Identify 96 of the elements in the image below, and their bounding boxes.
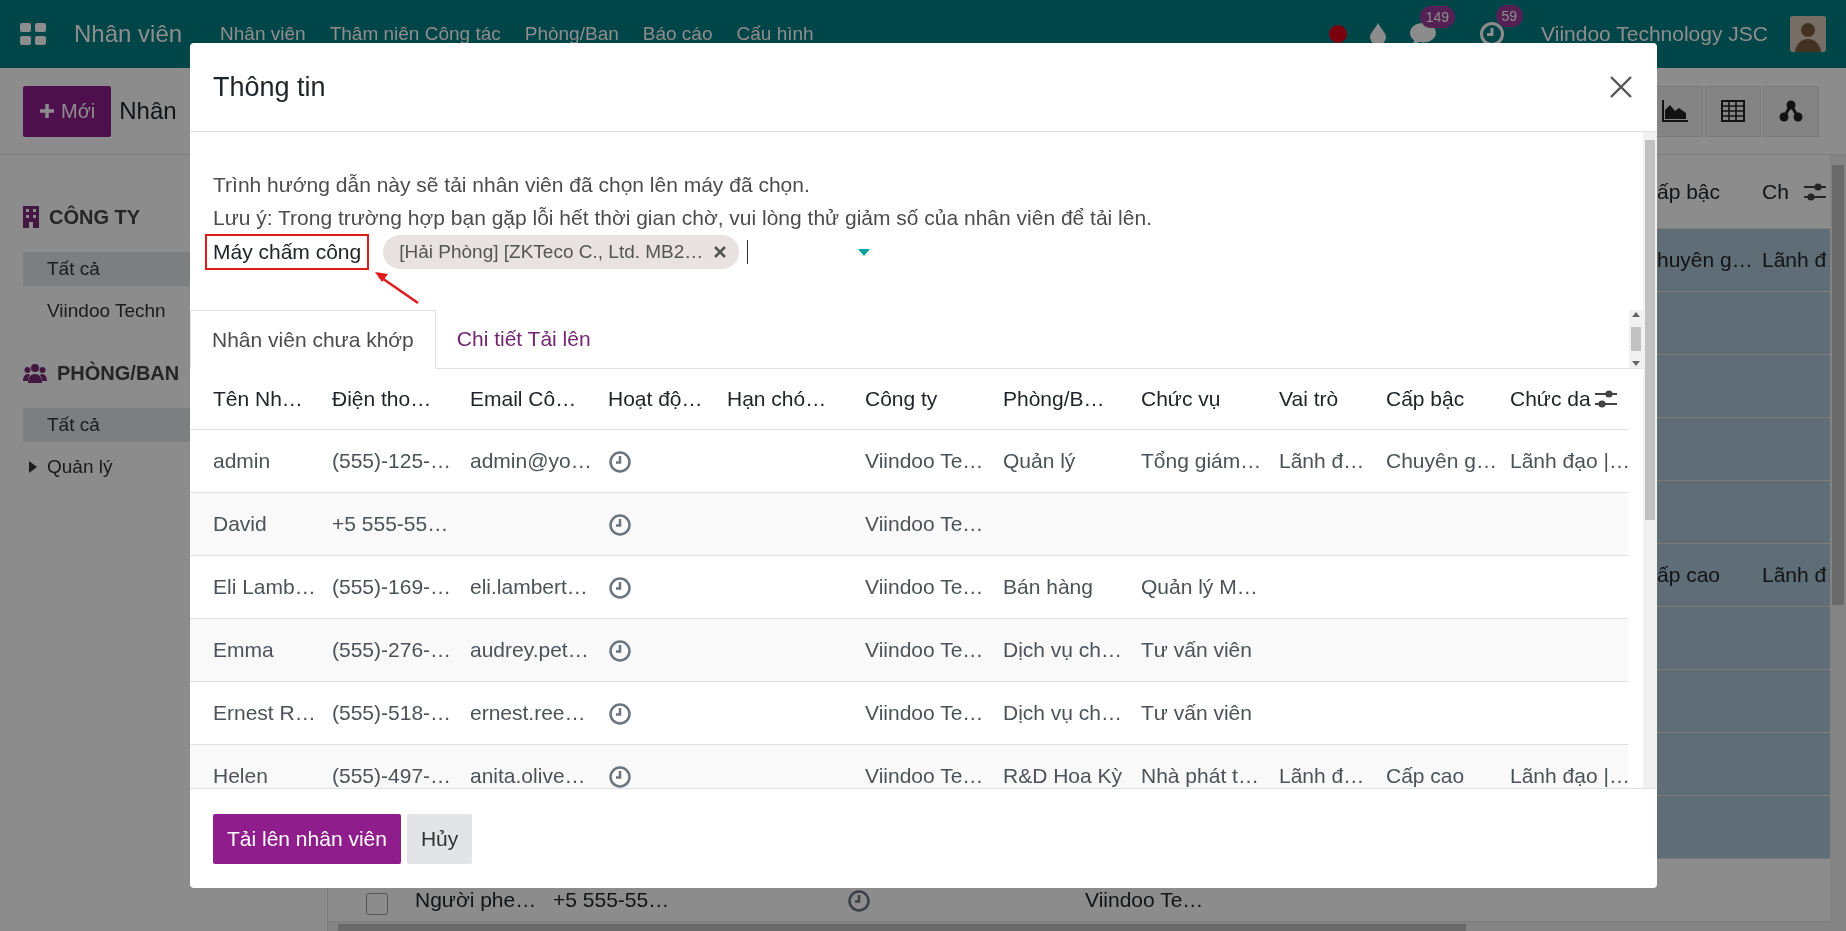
column-header[interactable]: Hạn chó…: [727, 387, 827, 410]
table-cell: Lãnh đ: [1762, 248, 1827, 272]
field-label: Máy chấm công: [205, 234, 370, 270]
table-icon: [1721, 100, 1745, 122]
new-button[interactable]: Mới: [23, 85, 112, 137]
table-cell: Viindoo Te…: [1085, 887, 1204, 911]
column-header: ấp bậc: [1657, 179, 1721, 203]
table-cell: +5 555-55…: [553, 887, 670, 911]
table-cell: Quản lý M…: [1141, 574, 1258, 598]
cancel-button[interactable]: Hủy: [406, 813, 473, 864]
table-cell: (555)-125-…: [332, 448, 452, 472]
column-header[interactable]: Điện tho…: [332, 387, 432, 410]
table-cell: (555)-497-…: [332, 763, 452, 787]
instruction-text: Lưu ý: Trong trường hợp bạn gặp lỗi hết thời gian chờ, vui lòng thử giảm số của nhân viên để tải lên.: [213, 205, 1153, 231]
table-cell: (555)-518-…: [332, 700, 452, 724]
section-title: CÔNG TY: [49, 204, 141, 230]
table-cell: Helen: [213, 763, 268, 787]
table-cell: anita.olive…: [470, 763, 586, 787]
column-header[interactable]: Hoạt độ…: [608, 387, 703, 410]
column-header[interactable]: Chức da: [1510, 383, 1591, 415]
area-chart-icon: [1662, 100, 1688, 122]
dialog-title: Thông tin: [213, 70, 326, 104]
scroll-up-icon: [1632, 312, 1640, 317]
dropdown-caret-icon[interactable]: [858, 248, 871, 256]
table-cell: Lãnh đạo |…: [1510, 448, 1630, 472]
apps-menu-icon[interactable]: [20, 23, 46, 45]
table-cell: Viindoo Te…: [865, 637, 984, 661]
upload-button[interactable]: Tải lên nhân viên: [213, 813, 401, 864]
plus-icon: [39, 103, 55, 119]
table-cell: ernest.ree…: [470, 700, 586, 724]
table-cell: audrey.pet…: [470, 637, 589, 661]
tab[interactable]: Nhân viên chưa khớp: [190, 310, 436, 369]
people-icon: [23, 363, 47, 383]
scroll-down-icon: [1632, 361, 1640, 366]
tag-label: [Hải Phòng] [ZKTeco C., Ltd. MB2…: [399, 239, 704, 264]
count-badge: 59: [1495, 5, 1524, 27]
breadcrumb[interactable]: Nhân: [119, 93, 177, 129]
table-cell: Viindoo Te…: [865, 574, 984, 598]
table-cell: Lãnh đ…: [1279, 763, 1365, 787]
tab[interactable]: Chi tiết Tải lên: [435, 310, 612, 368]
close-icon: [1609, 75, 1633, 99]
table-cell: Lãnh đ…: [1279, 448, 1365, 472]
column-header[interactable]: Tên Nh…: [213, 387, 303, 410]
building-icon: [23, 206, 39, 228]
table-cell: R&D Hoa Kỳ: [1003, 763, 1123, 787]
table-cell: huyên g…: [1657, 248, 1753, 272]
table-cell: admin@yo…: [470, 448, 592, 472]
table-cell: admin: [213, 448, 271, 472]
section-title: PHÒNG/BAN: [57, 360, 180, 386]
table-cell: eli.lambert…: [470, 574, 588, 598]
table-cell: Nhà phát t…: [1141, 763, 1259, 787]
count-badge: 149: [1419, 6, 1456, 28]
text-cursor: [747, 240, 749, 264]
table-cell: Cấp cao: [1386, 763, 1465, 787]
table-cell: David: [213, 511, 267, 535]
instruction-text: Trình hướng dẫn này sẽ tải nhân viên đã chọn lên máy đã chọn.: [213, 172, 811, 198]
column-header[interactable]: Cấp bậc: [1386, 387, 1465, 410]
settings-icon: [1802, 180, 1827, 203]
table-cell: Tư vấn viên: [1141, 637, 1252, 661]
remove-icon[interactable]: [713, 245, 728, 259]
table-cell: Dịch vụ ch…: [1003, 637, 1123, 661]
table-cell: Chuyên g…: [1386, 448, 1497, 472]
table-cell: Viindoo Te…: [865, 763, 984, 787]
table-cell: Emma: [213, 637, 274, 661]
table-cell: Người phe…: [415, 887, 537, 911]
table-cell: (555)-276-…: [332, 637, 452, 661]
table-cell: Viindoo Te…: [865, 511, 984, 535]
table-cell: Lãnh đ: [1762, 563, 1827, 587]
table-cell: Lãnh đạo |…: [1510, 763, 1630, 787]
column-header[interactable]: Công ty: [865, 387, 938, 410]
column-header[interactable]: Email Cô…: [470, 387, 577, 410]
avatar[interactable]: [1790, 16, 1826, 52]
scroll-thumb[interactable]: [1631, 327, 1641, 351]
table-cell: ấp cao: [1657, 563, 1721, 587]
settings-icon: [1594, 387, 1618, 410]
table-cell: (555)-169-…: [332, 574, 452, 598]
checkbox[interactable]: [366, 893, 388, 915]
table-cell: +5 555-55…: [332, 511, 449, 535]
table-cell: Tổng giám…: [1141, 448, 1262, 472]
column-header[interactable]: Phòng/B…: [1003, 387, 1105, 410]
hierarchy-icon: [1779, 100, 1803, 122]
table-cell: Bán hàng: [1003, 574, 1093, 598]
table-cell: Viindoo Te…: [865, 448, 984, 472]
table-cell: Eli Lamb…: [213, 574, 316, 598]
tag[interactable]: [Hải Phòng] [ZKTeco C., Ltd. MB2…: [383, 235, 740, 269]
status-dot-icon[interactable]: [1329, 25, 1348, 43]
table-cell: Ernest R…: [213, 700, 316, 724]
column-header[interactable]: Chức vụ: [1141, 387, 1221, 410]
drop-icon[interactable]: [1369, 23, 1388, 45]
table-cell: Quản lý: [1003, 448, 1076, 472]
column-header: Ch: [1762, 178, 1789, 205]
table-cell: Dịch vụ ch…: [1003, 700, 1123, 724]
app-title: Nhân viên: [74, 19, 183, 49]
column-header[interactable]: Vai trò: [1279, 387, 1339, 410]
table-cell: Tư vấn viên: [1141, 700, 1252, 724]
table-cell: Viindoo Te…: [865, 700, 984, 724]
